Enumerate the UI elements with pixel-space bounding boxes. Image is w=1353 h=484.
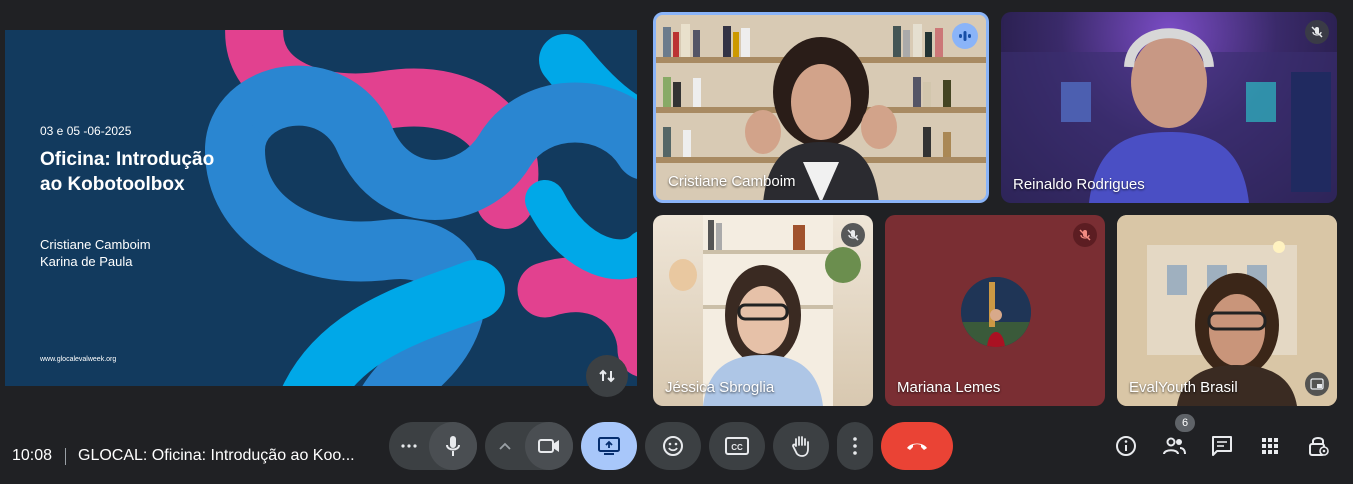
mic-button[interactable]	[429, 422, 477, 470]
avatar	[961, 277, 1031, 347]
info-icon	[1116, 436, 1136, 456]
slide-author: Karina de Paula	[40, 254, 133, 269]
divider	[65, 448, 66, 465]
slide-website: www.glocalevalweek.org	[40, 356, 117, 363]
participant-name: Jéssica Sbroglia	[665, 379, 775, 396]
apps-grid-icon	[1262, 438, 1278, 454]
mic-off-icon	[1079, 229, 1091, 241]
camera-button[interactable]	[525, 422, 573, 470]
reactions-button[interactable]	[645, 422, 701, 470]
captions-button[interactable]: CC	[709, 422, 765, 470]
video-feed	[1001, 28, 1337, 203]
mic-off-indicator	[1305, 20, 1329, 44]
audio-settings-button[interactable]	[389, 422, 429, 470]
presentation-slide: 03 e 05 -06-2025 Oficina: Introdução ao …	[5, 30, 637, 386]
slide-decoration	[205, 30, 637, 386]
meeting-details-button[interactable]	[1108, 428, 1144, 464]
more-horiz-icon	[401, 444, 417, 448]
more-vert-icon	[853, 437, 857, 455]
swap-layout-button[interactable]	[586, 355, 628, 397]
chat-icon	[1212, 436, 1232, 456]
mic-off-icon	[847, 229, 859, 241]
present-screen-icon	[598, 437, 620, 455]
control-bar: 10:08 GLOCAL: Oficina: Introdução ao Koo…	[0, 410, 1353, 484]
swap-arrows-icon	[599, 369, 615, 383]
slide-title: Oficina: Introdução ao Kobotoolbox	[40, 149, 215, 195]
slide-authors: Cristiane Camboim Karina de Paula	[40, 236, 151, 270]
meeting-clock: 10:08	[12, 447, 53, 464]
participant-name: Mariana Lemes	[897, 379, 1001, 396]
mic-icon	[446, 436, 460, 456]
participant-tile[interactable]: Jéssica Sbroglia	[653, 215, 873, 406]
call-end-icon	[907, 443, 927, 450]
people-button[interactable]	[1156, 428, 1192, 464]
avatar-photo	[961, 277, 1031, 347]
more-options-button[interactable]	[837, 422, 873, 470]
svg-text:CC: CC	[731, 443, 743, 452]
host-controls-button[interactable]	[1300, 428, 1336, 464]
pin-indicator[interactable]	[1305, 372, 1329, 396]
mic-control-group	[389, 422, 477, 470]
leave-call-button[interactable]	[881, 422, 953, 470]
people-count-badge: 6	[1175, 414, 1195, 432]
speaking-indicator	[952, 23, 978, 49]
participant-tile[interactable]: EvalYouth Brasil	[1117, 215, 1337, 406]
participant-tile[interactable]: Cristiane Camboim	[653, 12, 989, 203]
closed-captions-icon: CC	[725, 437, 749, 455]
participant-name: Cristiane Camboim	[668, 173, 796, 190]
video-settings-button[interactable]	[485, 422, 525, 470]
camera-control-group	[485, 422, 573, 470]
mic-off-indicator	[1073, 223, 1097, 247]
participant-name: EvalYouth Brasil	[1129, 379, 1238, 396]
video-feed	[669, 215, 861, 406]
audio-levels-icon	[959, 31, 971, 41]
mic-off-indicator	[841, 223, 865, 247]
emoji-icon	[663, 436, 683, 456]
chevron-up-icon	[499, 442, 511, 450]
participant-tile[interactable]: Mariana Lemes	[885, 215, 1105, 406]
participant-tile[interactable]: Reinaldo Rodrigues	[1001, 12, 1337, 203]
picture-in-picture-icon	[1310, 378, 1324, 390]
video-feed	[1117, 215, 1337, 406]
present-button[interactable]	[581, 422, 637, 470]
chat-button[interactable]	[1204, 428, 1240, 464]
raise-hand-button[interactable]	[773, 422, 829, 470]
activities-button[interactable]	[1252, 428, 1288, 464]
slide-date: 03 e 05 -06-2025	[40, 124, 132, 138]
participant-name: Reinaldo Rodrigues	[1013, 176, 1145, 193]
people-icon	[1163, 437, 1186, 455]
mic-off-icon	[1311, 26, 1323, 38]
videocam-icon	[538, 439, 559, 453]
meeting-stage: 03 e 05 -06-2025 Oficina: Introdução ao …	[0, 0, 1353, 410]
slide-author: Cristiane Camboim	[40, 237, 151, 252]
raise-hand-icon	[792, 436, 809, 457]
host-controls-icon	[1309, 437, 1329, 456]
meeting-title: GLOCAL: Oficina: Introdução ao Koo...	[78, 447, 355, 464]
